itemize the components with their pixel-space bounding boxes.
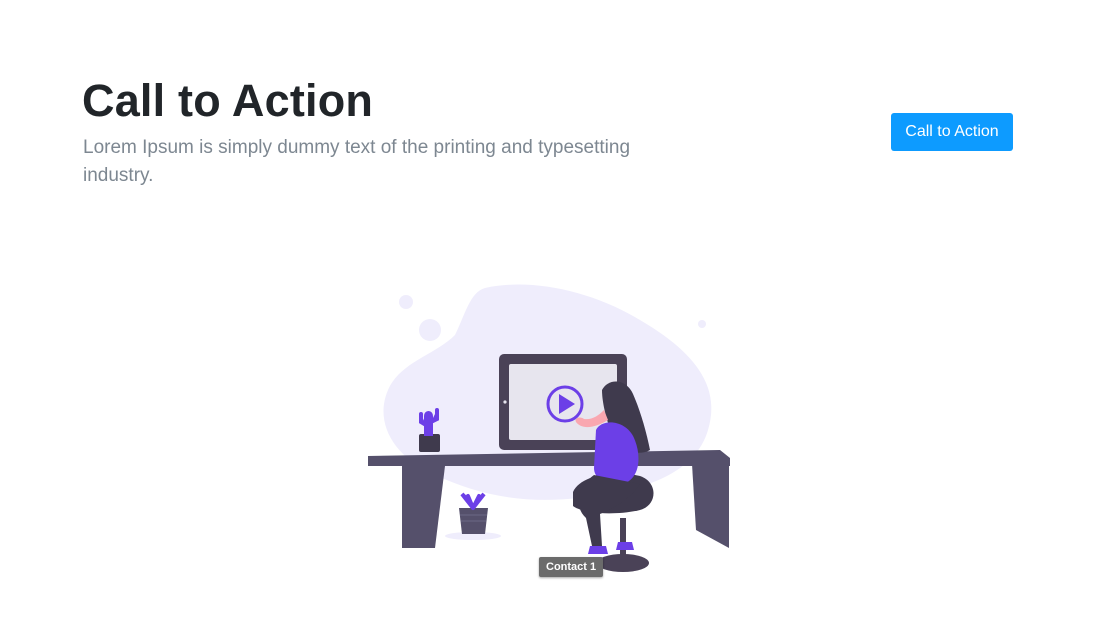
desk-leg-left bbox=[402, 466, 445, 548]
decor-circle bbox=[698, 320, 706, 328]
desk-leg-right bbox=[692, 464, 729, 548]
plant-pot bbox=[419, 434, 440, 452]
decor-circle bbox=[399, 295, 413, 309]
page: Call to Action Lorem Ipsum is simply dum… bbox=[0, 0, 1109, 641]
tooltip-label: Contact 1 bbox=[539, 557, 604, 577]
monitor-button bbox=[503, 400, 507, 404]
desk-illustration bbox=[340, 270, 760, 590]
chair-stem bbox=[620, 518, 626, 563]
hero-title: Call to Action bbox=[82, 75, 374, 126]
woman-at-desk-illustration-icon bbox=[368, 284, 730, 572]
call-to-action-button[interactable]: Call to Action bbox=[891, 113, 1013, 151]
floor-plant-leaves bbox=[460, 492, 486, 510]
decor-circle bbox=[419, 319, 441, 341]
hero-subtitle: Lorem Ipsum is simply dummy text of the … bbox=[83, 137, 631, 186]
